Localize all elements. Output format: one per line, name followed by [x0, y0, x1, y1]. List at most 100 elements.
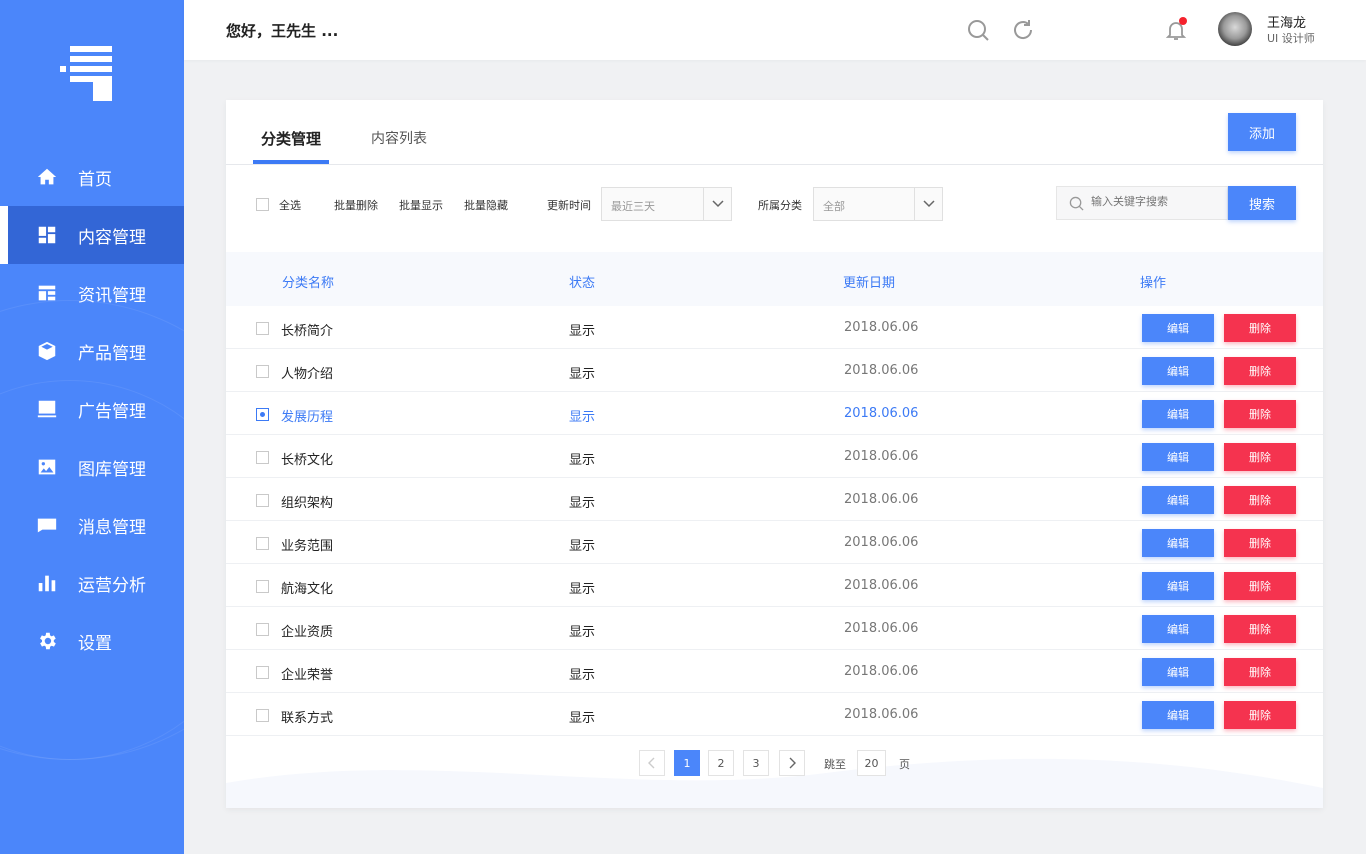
row-checkbox[interactable] — [256, 537, 269, 550]
page-button[interactable]: 2 — [708, 750, 734, 776]
delete-button[interactable]: 删除 — [1224, 400, 1296, 428]
table-row: 联系方式 显示 2018.06.06 编辑 删除 — [226, 693, 1323, 736]
update-date: 2018.06.06 — [844, 535, 919, 550]
table-row: 组织架构 显示 2018.06.06 编辑 删除 — [226, 478, 1323, 521]
update-time-value: 最近三天 — [611, 200, 655, 213]
search-button[interactable]: 搜索 — [1228, 186, 1296, 220]
status-text: 显示 — [569, 668, 596, 683]
batch-show-button[interactable]: 批量显示 — [399, 197, 443, 213]
page-button[interactable]: 3 — [743, 750, 769, 776]
add-button[interactable]: 添加 — [1228, 113, 1296, 151]
delete-button[interactable]: 删除 — [1224, 357, 1296, 385]
tab-content-list[interactable]: 内容列表 — [371, 128, 427, 148]
status-text: 显示 — [569, 625, 596, 640]
row-checkbox[interactable] — [256, 623, 269, 636]
gear-icon — [36, 630, 58, 652]
update-time-select[interactable]: 最近三天 — [601, 187, 732, 221]
column-header-name: 分类名称 — [282, 276, 335, 291]
row-checkbox[interactable] — [256, 580, 269, 593]
chevron-down-icon — [914, 188, 942, 220]
next-page-button[interactable] — [779, 750, 805, 776]
edit-button[interactable]: 编辑 — [1142, 400, 1214, 428]
update-time-label: 更新时间 — [547, 199, 591, 212]
sidebar-item-2[interactable]: 资讯管理 — [0, 264, 184, 322]
row-checkbox[interactable] — [256, 451, 269, 464]
row-checkbox[interactable] — [256, 322, 269, 335]
sidebar-item-3[interactable]: 产品管理 — [0, 322, 184, 380]
edit-button[interactable]: 编辑 — [1142, 572, 1214, 600]
status-text: 显示 — [569, 453, 596, 468]
sidebar-item-label: 广告管理 — [78, 401, 146, 422]
notification-dot — [1179, 17, 1187, 25]
search-icon[interactable] — [966, 18, 990, 42]
update-date: 2018.06.06 — [844, 492, 919, 507]
table-row: 人物介绍 显示 2018.06.06 编辑 删除 — [226, 349, 1323, 392]
category-select[interactable]: 全部 — [813, 187, 943, 221]
sidebar: 首页 内容管理 资讯管理产品管理广告管理图库管理 消息管理 运营分析 设置 — [0, 0, 184, 854]
status-text: 显示 — [569, 410, 596, 425]
select-all-label[interactable]: 全选 — [279, 197, 301, 213]
chevron-left-icon — [648, 757, 655, 769]
delete-button[interactable]: 删除 — [1224, 615, 1296, 643]
chevron-down-icon — [703, 188, 731, 220]
jump-page-input[interactable] — [857, 750, 886, 776]
edit-button[interactable]: 编辑 — [1142, 658, 1214, 686]
sidebar-item-label: 产品管理 — [78, 343, 146, 364]
page-button[interactable]: 1 — [674, 750, 700, 776]
delete-button[interactable]: 删除 — [1224, 701, 1296, 729]
category-name: 长桥简介 — [281, 324, 334, 339]
row-checkbox[interactable] — [256, 494, 269, 507]
search-input[interactable] — [1091, 195, 1221, 208]
sidebar-item-5[interactable]: 图库管理 — [0, 438, 184, 496]
delete-button[interactable]: 删除 — [1224, 486, 1296, 514]
category-name: 人物介绍 — [281, 367, 334, 382]
column-header-actions: 操作 — [1140, 276, 1167, 291]
refresh-icon[interactable] — [1011, 18, 1035, 42]
home-icon — [36, 166, 58, 188]
edit-button[interactable]: 编辑 — [1142, 357, 1214, 385]
select-all-checkbox[interactable] — [256, 198, 269, 211]
dashboard-icon — [36, 224, 58, 246]
delete-button[interactable]: 删除 — [1224, 443, 1296, 471]
row-checkbox[interactable] — [256, 666, 269, 679]
sidebar-item-0[interactable]: 首页 — [0, 148, 184, 206]
category-name: 航海文化 — [281, 582, 334, 597]
edit-button[interactable]: 编辑 — [1142, 486, 1214, 514]
tab-category-management[interactable]: 分类管理 — [261, 128, 321, 149]
table-row: 航海文化 显示 2018.06.06 编辑 删除 — [226, 564, 1323, 607]
avatar[interactable] — [1218, 12, 1252, 46]
delete-button[interactable]: 删除 — [1224, 658, 1296, 686]
message-icon — [36, 514, 58, 536]
column-header-status: 状态 — [569, 276, 596, 291]
edit-button[interactable]: 编辑 — [1142, 443, 1214, 471]
category-name: 发展历程 — [281, 410, 334, 425]
row-checkbox[interactable] — [256, 709, 269, 722]
top-header: 您好，王先生 ... 王海龙 UI 设计师 — [184, 0, 1366, 60]
batch-hide-button[interactable]: 批量隐藏 — [464, 197, 508, 213]
delete-button[interactable]: 删除 — [1224, 529, 1296, 557]
sidebar-item-1[interactable]: 内容管理 — [0, 206, 184, 264]
edit-button[interactable]: 编辑 — [1142, 529, 1214, 557]
update-date: 2018.06.06 — [844, 449, 919, 464]
bell-icon[interactable] — [1164, 17, 1188, 42]
search-icon — [1069, 196, 1084, 211]
sidebar-item-6[interactable]: 消息管理 — [0, 496, 184, 554]
status-text: 显示 — [569, 711, 596, 726]
row-checkbox[interactable] — [256, 365, 269, 378]
delete-button[interactable]: 删除 — [1224, 572, 1296, 600]
sidebar-item-8[interactable]: 设置 — [0, 612, 184, 670]
app-logo[interactable] — [60, 46, 116, 102]
category-label: 所属分类 — [758, 199, 802, 212]
sidebar-item-7[interactable]: 运营分析 — [0, 554, 184, 612]
jump-to-label: 跳至 — [824, 758, 846, 771]
delete-button[interactable]: 删除 — [1224, 314, 1296, 342]
sidebar-item-4[interactable]: 广告管理 — [0, 380, 184, 438]
batch-delete-button[interactable]: 批量删除 — [334, 197, 378, 213]
edit-button[interactable]: 编辑 — [1142, 314, 1214, 342]
update-date: 2018.06.06 — [844, 707, 919, 722]
prev-page-button[interactable] — [639, 750, 665, 776]
row-checkbox[interactable] — [256, 408, 269, 421]
tab-bar: 分类管理 内容列表 — [226, 100, 1323, 165]
edit-button[interactable]: 编辑 — [1142, 701, 1214, 729]
edit-button[interactable]: 编辑 — [1142, 615, 1214, 643]
